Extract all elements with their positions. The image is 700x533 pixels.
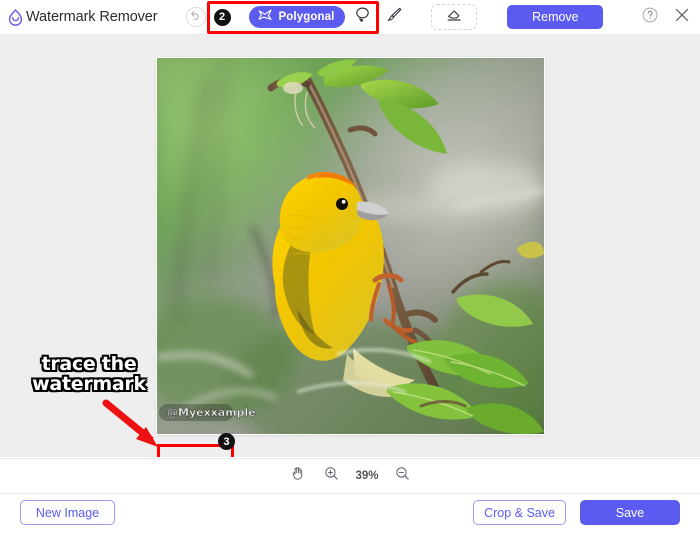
tool-polygonal[interactable]: Polygonal (248, 6, 346, 28)
editor-canvas[interactable]: @Myexxample trace the watermark 3 (0, 35, 700, 457)
tool-group: Polygonal (241, 2, 418, 32)
bird-photo: @Myexxample (157, 58, 544, 434)
zoom-in-icon (323, 465, 340, 487)
zoom-in-button[interactable] (321, 466, 341, 486)
tool-polygonal-label: Polygonal (278, 11, 335, 23)
water-drop-logo-icon (6, 8, 25, 27)
brand: Watermark Remover (6, 8, 158, 27)
zoom-toolbar: 39% (0, 458, 700, 493)
zoom-out-icon (394, 465, 411, 487)
new-image-button[interactable]: New Image (20, 500, 115, 525)
app-window: Watermark Remover 2 Polygonal Remove @My… (0, 0, 700, 533)
brush-icon (385, 5, 404, 29)
annotation-line-1: trace the (41, 353, 137, 375)
polygonal-lasso-icon (257, 8, 274, 27)
eraser-icon (445, 5, 464, 29)
close-x-icon (672, 5, 692, 30)
crop-and-save-button[interactable]: Crop & Save (473, 500, 566, 525)
app-title: Watermark Remover (26, 9, 158, 25)
svg-text:@Myexxample: @Myexxample (167, 406, 256, 419)
zoom-level-label: 39% (355, 470, 379, 482)
hand-pan-button[interactable] (287, 466, 307, 486)
remove-button[interactable]: Remove (507, 5, 604, 29)
step-badge-3: 3 (218, 433, 235, 450)
eraser-button[interactable] (431, 4, 478, 30)
tool-lasso[interactable] (347, 5, 377, 29)
undo-button[interactable] (185, 7, 206, 27)
zoom-out-button[interactable] (393, 466, 413, 486)
image-preview[interactable]: @Myexxample (157, 58, 544, 434)
question-mark-icon (641, 6, 659, 29)
annotation-line-2: watermark (32, 372, 146, 395)
help-button[interactable] (640, 6, 660, 29)
red-arrow-icon (100, 397, 170, 457)
step-badge-2: 2 (213, 8, 231, 26)
save-button[interactable]: Save (580, 500, 680, 525)
undo-arrow-icon (189, 8, 202, 26)
image-watermark: @Myexxample (159, 404, 256, 421)
close-button[interactable] (672, 8, 692, 28)
app-header: Watermark Remover 2 Polygonal Remove (0, 0, 700, 35)
header-right-actions (640, 0, 692, 35)
lasso-icon (353, 5, 372, 29)
tool-brush[interactable] (379, 5, 409, 29)
hand-pan-icon (289, 465, 306, 487)
annotation-callout: trace the watermark (24, 353, 154, 395)
